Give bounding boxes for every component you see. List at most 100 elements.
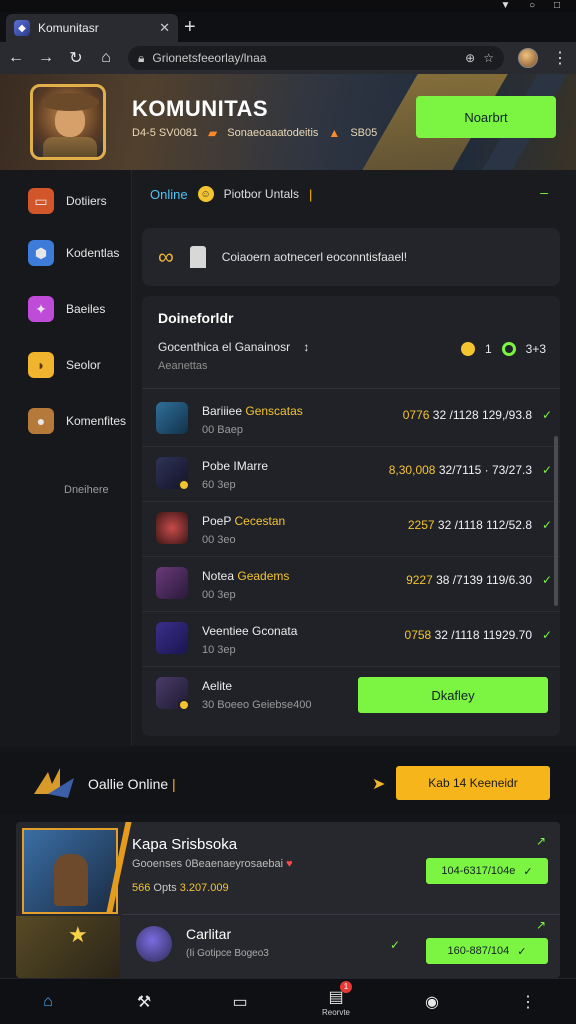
sort-icon[interactable]: ↕ bbox=[303, 340, 309, 354]
check-icon: ✓ bbox=[523, 865, 533, 878]
tab-online[interactable]: Online bbox=[150, 187, 188, 202]
player-name: Bariiiee Genscatas bbox=[202, 404, 303, 418]
back-icon[interactable]: ← bbox=[8, 49, 24, 67]
menu-icon[interactable]: ⋮ bbox=[552, 48, 568, 68]
player-sub: 10 3ep bbox=[202, 644, 236, 656]
game-card-list: ★ Kapa Srisbsoka Gooenses 0Beaenaeyrosae… bbox=[16, 822, 560, 978]
main-content: Online ☺ Piotbor Untals | – ∞ Coiaoern a… bbox=[132, 170, 576, 746]
section-title: Oallie Online | bbox=[88, 776, 176, 792]
more-icon[interactable]: ⋮ bbox=[498, 992, 558, 1012]
trend-up-icon: ↗ bbox=[535, 918, 546, 932]
tablet-icon[interactable]: ▭ bbox=[210, 992, 270, 1012]
install-icon[interactable]: ⊕ bbox=[465, 51, 475, 65]
sidebar-item-label: Seolor bbox=[66, 358, 101, 372]
online-section-header: Oallie Online | ➤ Kab 14 Keeneidr bbox=[0, 752, 576, 814]
check-icon: ✓ bbox=[541, 518, 552, 532]
eye-count: 3+3 bbox=[525, 342, 546, 356]
player-list: Bariiiee Genscatas 00 Baep 0776 32 /1128… bbox=[142, 392, 560, 722]
panel-title: Doineforldr bbox=[158, 310, 234, 326]
hero-meta-code: SB05 bbox=[350, 127, 378, 139]
bottom-navigation: ⌂ ⚒ ▭ ▤ Reorvte 1 ◉ ⋮ bbox=[0, 978, 576, 1024]
scrollbar[interactable] bbox=[554, 436, 558, 606]
list-item[interactable]: Pobe IMarre 60 3ep 8,30,008 32/7115 · 73… bbox=[142, 447, 560, 502]
card-subtitle: (Ii Gotipce Bogeo3 bbox=[186, 948, 269, 959]
card-action-button[interactable]: 160-887/104 ✓ bbox=[426, 938, 548, 964]
player-score: 9227 38 /7139 119/6.30 bbox=[406, 573, 532, 587]
player-sub: 00 Baep bbox=[202, 424, 243, 436]
sidebar-item-kodentlas[interactable]: ⬢ Kodentlas bbox=[28, 240, 119, 266]
cursor-caret: | bbox=[308, 186, 313, 202]
eye-icon bbox=[501, 342, 516, 356]
card-title[interactable]: Kapa Srisbsoka bbox=[132, 836, 237, 853]
address-bar: ← → ↻ ⌂ 🔒︎ Grionetsfeeorlay/lnaa ⊕ ☆ ⋮ bbox=[0, 42, 576, 74]
player-score: 8,30,008 32/7115 · 73/27.3 bbox=[388, 463, 532, 477]
news-icon[interactable]: ▤ Reorvte 1 bbox=[306, 980, 366, 1017]
tab-title: Komunitasr bbox=[38, 21, 99, 35]
send-icon[interactable]: ➤ bbox=[372, 774, 385, 794]
list-item[interactable]: Veentiee Gconata 10 3ep 0758 32 /1118 11… bbox=[142, 612, 560, 667]
content-tabs: Online ☺ Piotbor Untals | bbox=[150, 186, 312, 202]
player-score: 2257 32 /1118 112/52.8 bbox=[407, 518, 532, 532]
check-icon: ✓ bbox=[541, 628, 552, 642]
player-avatar bbox=[156, 622, 188, 654]
announcement-banner: ∞ Coiaoern aotnecerl eoconntisfaael! bbox=[142, 228, 560, 286]
forward-icon[interactable]: → bbox=[38, 49, 54, 67]
game-cover-image bbox=[22, 828, 118, 914]
player-sub: 30 Boeeo Geiebse400 bbox=[202, 699, 312, 711]
sidebar-item-dotiiers[interactable]: ▭ Dotiiers bbox=[28, 188, 107, 214]
new-tab-icon[interactable]: + bbox=[184, 16, 196, 39]
star-icon[interactable]: ☆ bbox=[483, 51, 494, 65]
banner-text: Coiaoern aotnecerl eoconntisfaael! bbox=[221, 250, 408, 264]
divider bbox=[122, 914, 560, 915]
player-avatar bbox=[156, 402, 188, 434]
system-status-bar: ▼ ○ □ bbox=[0, 0, 576, 12]
browser-tab[interactable]: ◆ Komunitasr ✕ bbox=[6, 14, 178, 42]
home-icon[interactable]: ⌂ bbox=[18, 993, 78, 1011]
trophy-icon bbox=[189, 246, 206, 268]
compass-icon[interactable]: ◉ bbox=[402, 992, 462, 1012]
check-icon: ✓ bbox=[541, 573, 552, 587]
favicon-icon: ◆ bbox=[14, 20, 30, 36]
badge-icon bbox=[178, 699, 190, 711]
check-icon: ✓ bbox=[390, 938, 401, 952]
player-score: 0776 32 /1128 129,/93.8 bbox=[402, 408, 532, 422]
sidebar-footer-text: Dneihere bbox=[64, 484, 109, 496]
home-icon[interactable]: ⌂ bbox=[98, 49, 114, 67]
sidebar-item-seolor[interactable]: ◗ Seolor bbox=[28, 352, 101, 378]
panel-subtitle-text: Gocenthica el Ganainosr bbox=[158, 340, 291, 354]
community-hero: KOMUNITAS D4-5 SV0081 ▰ Sonaeoaaatodeiti… bbox=[0, 74, 576, 170]
card-title[interactable]: Carlitar bbox=[186, 926, 231, 942]
hero-action-button[interactable]: Noarbrt bbox=[416, 96, 556, 138]
player-avatar bbox=[156, 567, 188, 599]
reload-icon[interactable]: ↻ bbox=[68, 48, 84, 68]
panel-subtitle: Gocenthica el Ganainosr ↕ bbox=[158, 340, 309, 354]
hero-title: KOMUNITAS bbox=[132, 96, 269, 121]
sidebar-item-baeiles[interactable]: ✦ Baeiles bbox=[28, 296, 105, 322]
tools-icon[interactable]: ⚒ bbox=[114, 992, 174, 1012]
card-action-button[interactable]: 104-6317/104e ✓ bbox=[426, 858, 548, 884]
sidebar-item-label: Baeiles bbox=[66, 302, 106, 316]
sidebar: ▭ Dotiiers ⬢ Kodentlas ✦ Baeiles ◗ Seolo… bbox=[0, 170, 132, 746]
lock-icon: 🔒︎ bbox=[138, 50, 145, 65]
list-item[interactable]: PoeP Cecestan 00 3eo 2257 32 /1118 112/5… bbox=[142, 502, 560, 557]
display-button[interactable]: Dkafley bbox=[358, 677, 548, 713]
sidebar-item-komenfites[interactable]: ● Komenfites bbox=[28, 408, 126, 434]
player-sub: 60 3ep bbox=[202, 479, 236, 491]
close-tab-icon[interactable]: ✕ bbox=[159, 20, 170, 36]
tab-posts[interactable]: Piotbor Untals bbox=[224, 187, 299, 201]
shield-icon: ⬢ bbox=[28, 240, 54, 266]
player-sub: 00 3ep bbox=[202, 589, 236, 601]
check-icon: ✓ bbox=[541, 408, 552, 422]
profile-avatar[interactable] bbox=[518, 48, 538, 68]
url-field[interactable]: 🔒︎ Grionetsfeeorlay/lnaa ⊕ ☆ bbox=[128, 46, 504, 70]
hero-meta: D4-5 SV0081 ▰ Sonaeoaaatodeitis ▲ SB05 bbox=[132, 126, 377, 140]
gem-icon: ▰ bbox=[208, 126, 218, 140]
heart-icon: ♥ bbox=[286, 858, 293, 870]
list-item[interactable]: Bariiiee Genscatas 00 Baep 0776 32 /1128… bbox=[142, 392, 560, 447]
join-button[interactable]: Kab 14 Keeneidr bbox=[396, 766, 550, 800]
list-item: Aelite 30 Boeeo Geiebse400 Dkafley bbox=[142, 667, 560, 722]
list-item[interactable]: Notea Geadems 00 3ep 9227 38 /7139 119/6… bbox=[142, 557, 560, 612]
minimize-icon[interactable]: – bbox=[540, 184, 548, 200]
divider bbox=[142, 388, 560, 389]
panel-stats: 1 3+3 bbox=[460, 342, 546, 356]
